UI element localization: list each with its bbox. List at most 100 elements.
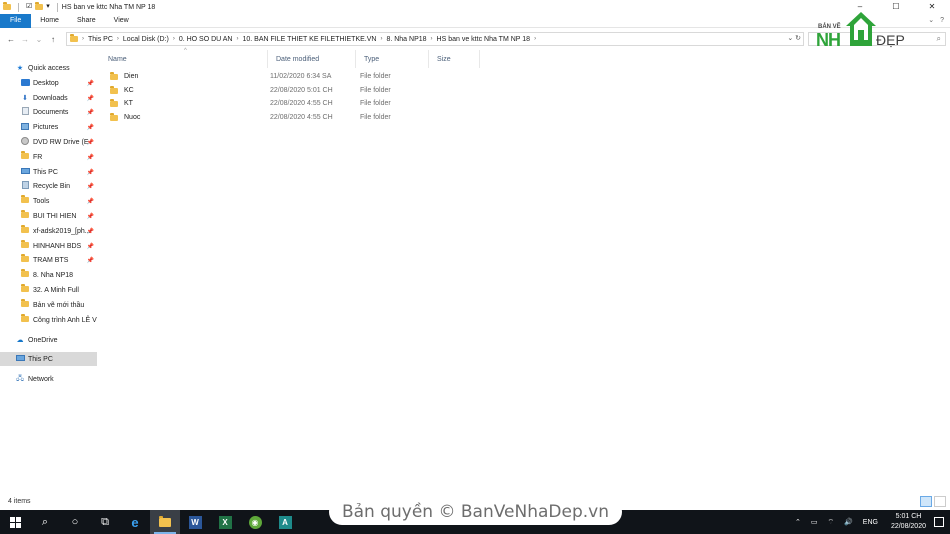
nav-item-network[interactable]: 🖧 Network: [15, 372, 97, 386]
nav-item-bui-thi-hien[interactable]: BUI THI HIEN 📌: [20, 209, 97, 223]
edge-button[interactable]: e: [120, 510, 150, 534]
show-hidden-icons[interactable]: ⌃: [795, 518, 801, 526]
quick-access-toolbar: ☑ ▾: [0, 0, 62, 14]
column-header-size[interactable]: Size: [429, 50, 480, 68]
address-bar[interactable]: › This PC › Local Disk (D:) › 0. HO SO DU …: [66, 32, 804, 46]
downloads-icon: ⬇: [22, 95, 28, 102]
nav-item-xf-adsk2019[interactable]: xf-adsk2019_[ph... 📌: [20, 224, 97, 238]
desktop-icon: [20, 78, 30, 86]
customize-toolbar-icon[interactable]: ▾: [46, 0, 50, 14]
language-indicator[interactable]: ENG: [863, 519, 878, 526]
file-row[interactable]: KT 22/08/2020 4:55 CH File folder: [100, 97, 950, 110]
folder-icon: [21, 151, 29, 159]
nav-item-ban-ve-moi-thau[interactable]: Bản vẽ mới thầu: [20, 298, 97, 312]
search-button[interactable]: ⌕: [30, 510, 60, 534]
chevron-right-icon[interactable]: ›: [237, 36, 239, 42]
tab-home[interactable]: Home: [31, 14, 68, 28]
chevron-right-icon: ›: [82, 36, 84, 42]
back-icon[interactable]: ←: [4, 35, 18, 44]
nav-item-this-pc-pinned[interactable]: This PC 📌: [20, 165, 97, 179]
nav-item-nha-np18[interactable]: 8. Nha NP18: [20, 268, 97, 282]
item-count: 4 items: [8, 498, 31, 505]
folder-icon: [110, 98, 118, 107]
nav-item-a-minh-full[interactable]: 32. A Minh Full: [20, 283, 97, 297]
watermark: Bản quyền © BanVeNhaDep.vn: [329, 499, 622, 525]
network-icon: 🖧: [16, 374, 24, 382]
help-icon[interactable]: ?: [940, 14, 944, 28]
up-icon[interactable]: ↑: [46, 35, 60, 44]
autocad-button[interactable]: A: [270, 510, 300, 534]
breadcrumb-nha-np18[interactable]: 8. Nha NP18: [386, 36, 426, 43]
nav-item-this-pc[interactable]: This PC: [0, 352, 97, 366]
breadcrumb-ho-so-du-an[interactable]: 0. HO SO DU AN: [179, 36, 233, 43]
logo-suffix-text: ĐẸP: [876, 32, 905, 48]
folder-icon: [110, 85, 118, 94]
wifi-icon[interactable]: ⌔: [827, 518, 834, 527]
folder-icon: [21, 284, 29, 292]
folder-icon: [21, 240, 29, 248]
details-view-icon[interactable]: [920, 496, 932, 507]
file-explorer-button[interactable]: [150, 510, 180, 534]
new-folder-icon[interactable]: [35, 2, 44, 10]
expand-ribbon-icon[interactable]: ⌄: [928, 14, 934, 28]
cortana-button[interactable]: ○: [60, 510, 90, 534]
column-header-name[interactable]: Name: [100, 50, 268, 68]
clock[interactable]: 5:01 CH 22/08/2020: [891, 512, 926, 532]
recent-locations-icon[interactable]: ⌄: [32, 35, 46, 44]
start-button[interactable]: [0, 510, 30, 534]
windows-icon: [9, 516, 21, 528]
task-view-button[interactable]: ⧉: [90, 510, 120, 534]
nav-item-fr[interactable]: FR 📌: [20, 150, 97, 164]
properties-icon[interactable]: ☑: [26, 0, 32, 14]
address-dropdown-icon[interactable]: ⌄ ↻: [787, 33, 801, 45]
chevron-right-icon[interactable]: ›: [117, 36, 119, 42]
word-button[interactable]: W: [180, 510, 210, 534]
breadcrumb-local-disk[interactable]: Local Disk (D:): [123, 36, 169, 43]
logo-big-text: NH: [816, 30, 841, 50]
chevron-right-icon[interactable]: ›: [431, 36, 433, 42]
nav-item-cong-trinh[interactable]: Công trình Anh LÊ V: [20, 313, 97, 327]
close-button[interactable]: ✕: [914, 0, 950, 14]
onedrive-icon: ☁: [16, 337, 24, 344]
file-row[interactable]: KC 22/08/2020 5:01 CH File folder: [100, 84, 950, 97]
chevron-right-icon[interactable]: ›: [173, 36, 175, 42]
nav-item-downloads[interactable]: ⬇ Downloads 📌: [20, 91, 97, 105]
nav-item-onedrive[interactable]: ☁ OneDrive: [15, 333, 97, 347]
nav-item-documents[interactable]: Documents 📌: [20, 105, 97, 119]
column-header-type[interactable]: Type: [356, 50, 429, 68]
notification-icon[interactable]: [934, 517, 944, 527]
chevron-right-icon[interactable]: ›: [534, 36, 536, 42]
nav-item-desktop[interactable]: Desktop 📌: [20, 76, 97, 90]
nav-item-quick-access[interactable]: ★ Quick access: [15, 61, 112, 75]
chrome-button[interactable]: ◉: [240, 510, 270, 534]
breadcrumb-current[interactable]: HS ban ve kttc Nha TM NP 18: [437, 36, 531, 43]
nav-item-tools[interactable]: Tools 📌: [20, 194, 97, 208]
nav-item-pictures[interactable]: Pictures 📌: [20, 120, 97, 134]
folder-icon: [110, 112, 118, 121]
brand-logo: BẢN VẼ NH ĐẸP: [814, 10, 910, 52]
folder-icon: [21, 254, 29, 262]
nav-item-hinhanh-bds[interactable]: HINHANH BDS 📌: [20, 239, 97, 253]
excel-button[interactable]: X: [210, 510, 240, 534]
breadcrumb-ban-file[interactable]: 10. BAN FILE THIET KE FILETHIETKE.VN: [243, 36, 377, 43]
pc-icon: [20, 168, 30, 174]
nav-item-dvd-drive[interactable]: DVD RW Drive (E 📌: [20, 135, 97, 149]
nav-item-tram-bts[interactable]: TRAM BTS 📌: [20, 253, 97, 267]
tab-view[interactable]: View: [105, 14, 138, 28]
column-header-date[interactable]: Date modified: [268, 50, 356, 68]
tab-share[interactable]: Share: [68, 14, 105, 28]
forward-icon[interactable]: →: [18, 35, 32, 44]
cortana-icon: ○: [71, 516, 79, 528]
file-row[interactable]: Dien 11/02/2020 6:34 SA File folder: [100, 70, 950, 83]
battery-icon[interactable]: ▭: [811, 518, 818, 526]
nav-item-recycle-bin[interactable]: Recycle Bin 📌: [20, 179, 97, 193]
breadcrumb: This PC › Local Disk (D:) › 0. HO SO DU AN…: [88, 36, 540, 43]
pin-icon: 📌: [86, 154, 94, 161]
file-row[interactable]: Nuoc 22/08/2020 4:55 CH File folder: [100, 111, 950, 124]
large-icons-view-icon[interactable]: [934, 496, 946, 507]
chevron-right-icon[interactable]: ›: [380, 36, 382, 42]
volume-icon[interactable]: 🔊: [844, 518, 853, 526]
breadcrumb-this-pc[interactable]: This PC: [88, 36, 113, 43]
tab-file[interactable]: File: [0, 13, 32, 28]
star-icon: ★: [16, 65, 24, 72]
